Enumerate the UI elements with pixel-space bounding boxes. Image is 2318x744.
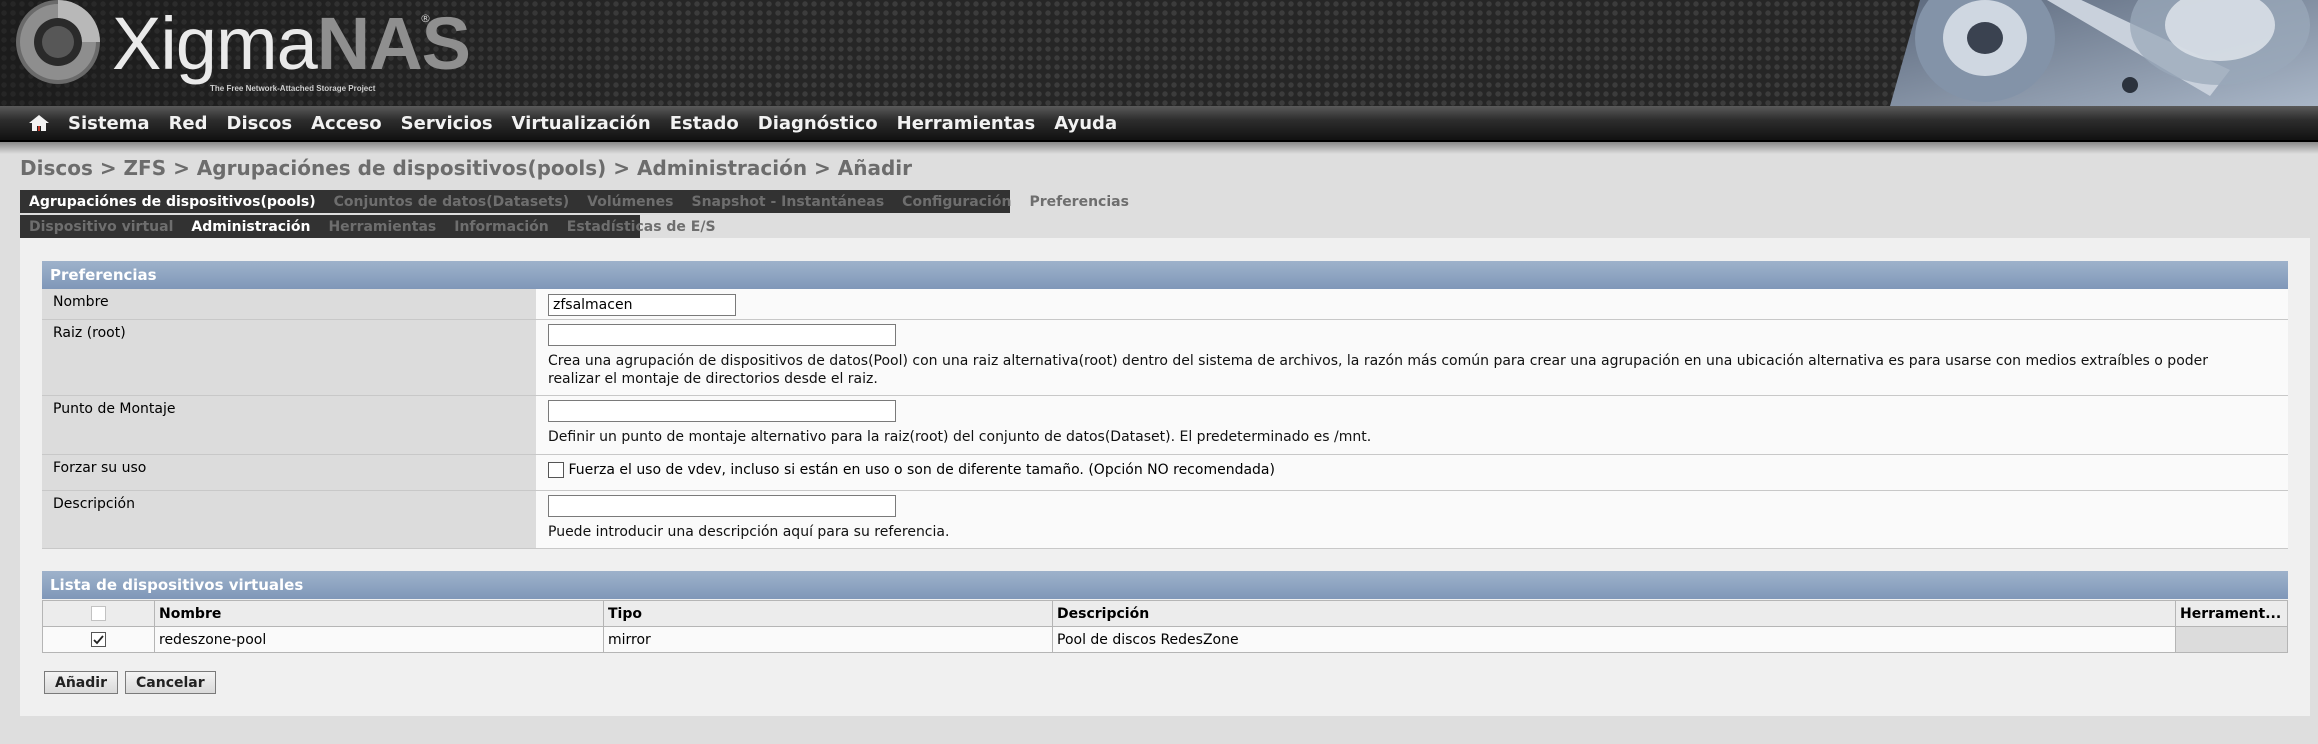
- cell-tipo: mirror: [603, 626, 1053, 653]
- registered-mark: ®: [420, 12, 431, 25]
- forzar-text: Fuerza el uso de vdev, incluso si están …: [568, 462, 1275, 478]
- preferences-header: Preferencias: [42, 261, 2288, 289]
- tab-datasets[interactable]: Conjuntos de datos(Datasets): [325, 194, 578, 210]
- row-descripcion: Descripción Puede introducir una descrip…: [42, 491, 2288, 549]
- xigmanas-logo: XigmaNAS ® The Free Network-Attached Sto…: [0, 0, 471, 106]
- vdev-table: Nombre Tipo Descripción Herrament... red…: [42, 600, 2288, 653]
- tab-snapshots[interactable]: Snapshot - Instantáneas: [682, 194, 893, 210]
- tab-volumenes[interactable]: Volúmenes: [578, 194, 682, 210]
- logo-text-nas: NAS: [316, 2, 471, 85]
- primary-tabs: Agrupaciónes de dispositivos(pools) Conj…: [20, 190, 1129, 213]
- nav-diagnostico[interactable]: Diagnóstico: [758, 113, 878, 134]
- raiz-description: Crea una agrupación de dispositivos de d…: [548, 353, 2209, 387]
- label-raiz: Raiz (root): [42, 320, 536, 395]
- col-herramientas[interactable]: Herrament...: [2175, 600, 2288, 627]
- cell-herramientas: [2175, 626, 2288, 653]
- tab-pools[interactable]: Agrupaciónes de dispositivos(pools): [20, 194, 325, 210]
- punto-montaje-description: Definir un punto de montaje alternativo …: [548, 429, 1372, 445]
- logo-tagline: The Free Network-Attached Storage Projec…: [210, 84, 376, 93]
- select-all-checkbox[interactable]: [91, 606, 106, 621]
- nav-acceso[interactable]: Acceso: [311, 113, 382, 134]
- row-nombre: Nombre: [42, 289, 2288, 320]
- punto-montaje-input[interactable]: [548, 400, 896, 422]
- descripcion-input[interactable]: [548, 495, 896, 517]
- label-forzar: Forzar su uso: [42, 455, 536, 490]
- descripcion-description: Puede introducir una descripción aquí pa…: [548, 524, 950, 540]
- row-punto-montaje: Punto de Montaje Definir un punto de mon…: [42, 396, 2288, 455]
- col-nombre[interactable]: Nombre: [154, 600, 604, 627]
- tab-herramientas[interactable]: Herramientas: [319, 219, 445, 235]
- forzar-checkbox[interactable]: [548, 462, 564, 478]
- nombre-input[interactable]: [548, 294, 736, 316]
- tab-configuracion[interactable]: Configuración: [893, 194, 1020, 210]
- tab-informacion[interactable]: Información: [445, 219, 558, 235]
- tab-preferencias[interactable]: Preferencias: [1020, 194, 1138, 210]
- select-all-header: [42, 600, 155, 627]
- cell-nombre: redeszone-pool: [154, 626, 604, 653]
- col-tipo[interactable]: Tipo: [603, 600, 1053, 627]
- tab-estadisticas[interactable]: Estadísticas de E/S: [558, 219, 725, 235]
- tab-dispositivo-virtual[interactable]: Dispositivo virtual: [20, 219, 182, 235]
- nav-herramientas[interactable]: Herramientas: [897, 113, 1036, 134]
- col-descripcion[interactable]: Descripción: [1052, 600, 2176, 627]
- row-checkbox[interactable]: [91, 632, 106, 647]
- hard-drive-image: [1890, 0, 2318, 106]
- vdev-list-header: Lista de dispositivos virtuales: [42, 571, 2288, 599]
- add-button[interactable]: Añadir: [44, 671, 118, 694]
- cell-descripcion: Pool de discos RedesZone: [1052, 626, 2176, 653]
- nav-ayuda[interactable]: Ayuda: [1054, 113, 1117, 134]
- label-nombre: Nombre: [42, 289, 536, 319]
- nav-red[interactable]: Red: [169, 113, 208, 134]
- row-raiz: Raiz (root) Crea una agrupación de dispo…: [42, 320, 2288, 396]
- breadcrumb: Discos > ZFS > Agrupaciónes de dispositi…: [20, 156, 913, 180]
- row-forzar: Forzar su uso Fuerza el uso de vdev, inc…: [42, 455, 2288, 491]
- checkmark-icon: [93, 635, 104, 645]
- tab-administracion[interactable]: Administración: [182, 219, 319, 235]
- logo-text-xigma: Xigma: [112, 2, 318, 85]
- nav-sistema[interactable]: Sistema: [68, 113, 150, 134]
- label-punto-montaje: Punto de Montaje: [42, 396, 536, 454]
- raiz-input[interactable]: [548, 324, 896, 346]
- secondary-tabs: Dispositivo virtual Administración Herra…: [20, 215, 716, 238]
- row-select-cell: [42, 626, 155, 653]
- nav-discos[interactable]: Discos: [227, 113, 293, 134]
- main-navbar: Sistema Red Discos Acceso Servicios Virt…: [0, 106, 2318, 142]
- cancel-button[interactable]: Cancelar: [125, 671, 216, 694]
- nav-servicios[interactable]: Servicios: [401, 113, 493, 134]
- header-banner: XigmaNAS ® The Free Network-Attached Sto…: [0, 0, 2318, 106]
- logo-disk-icon: [16, 0, 100, 84]
- nav-estado[interactable]: Estado: [670, 113, 739, 134]
- home-icon[interactable]: [28, 114, 50, 132]
- nav-virtualizacion[interactable]: Virtualización: [512, 113, 651, 134]
- table-row: redeszone-pool mirror Pool de discos Red…: [42, 626, 2288, 653]
- label-descripcion: Descripción: [42, 491, 536, 548]
